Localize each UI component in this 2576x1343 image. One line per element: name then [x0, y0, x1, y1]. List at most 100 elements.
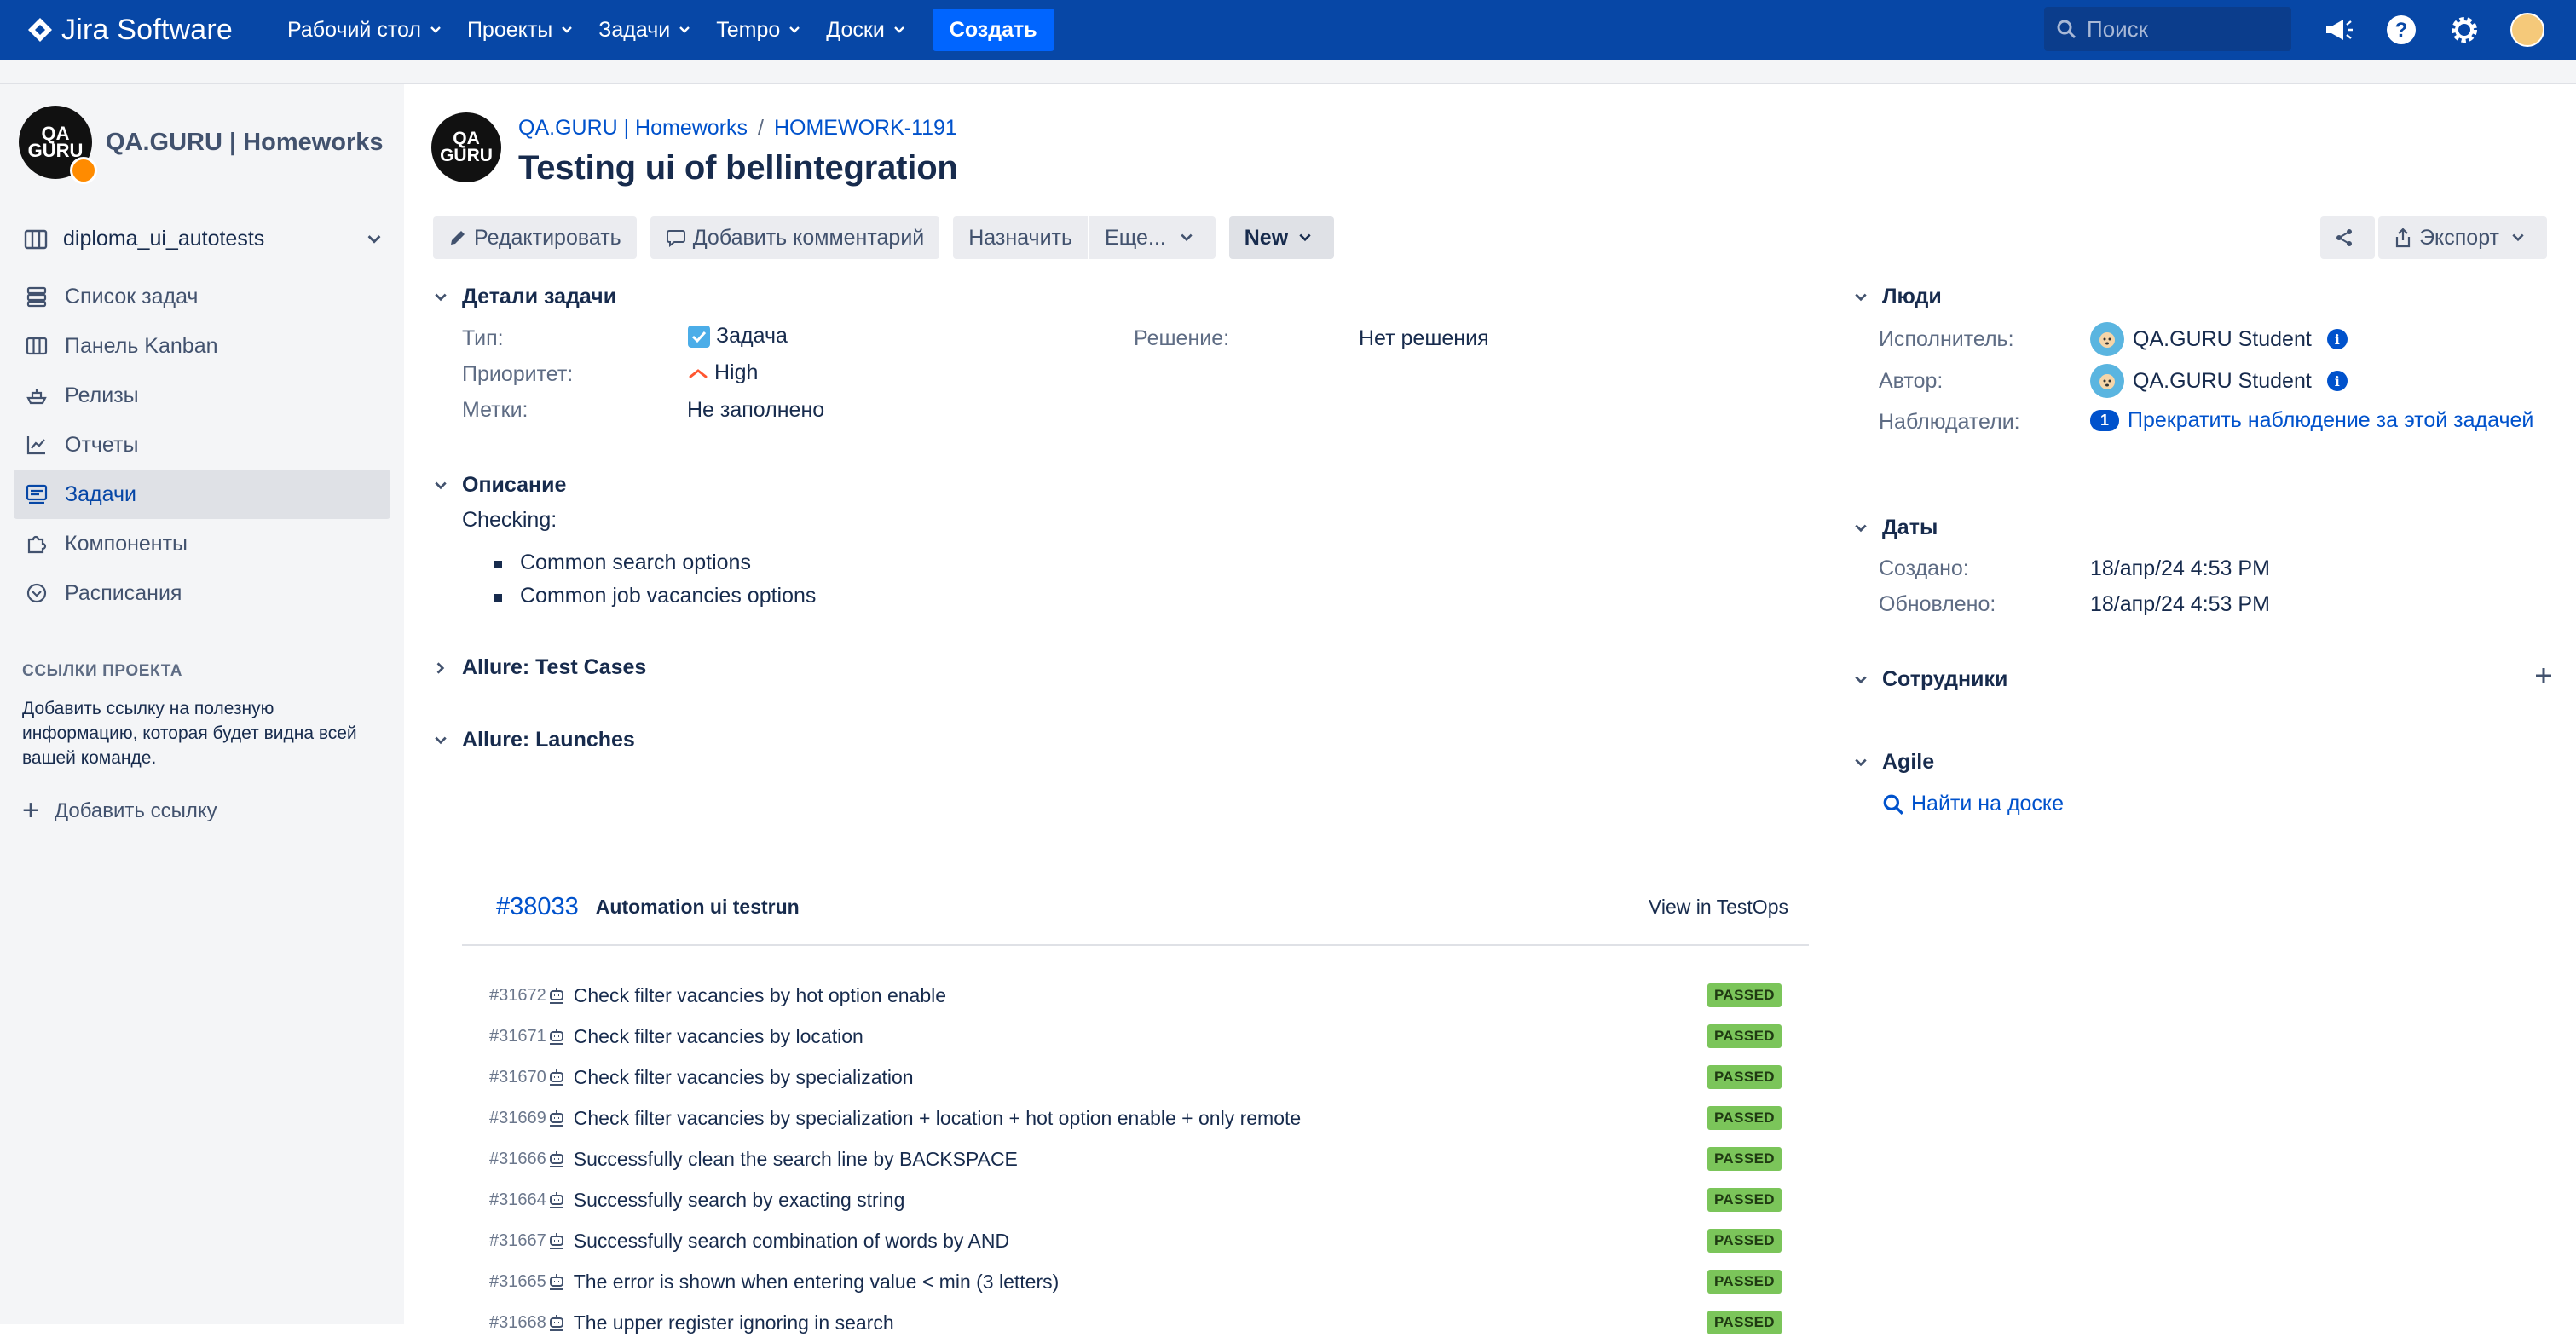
sidebar-item-kanban[interactable]: Панель Kanban: [14, 321, 390, 371]
chevron-down-icon: [1855, 676, 1867, 683]
test-id[interactable]: #31670: [489, 1068, 546, 1087]
dates-section-toggle[interactable]: Даты: [1851, 516, 1938, 540]
reporter-value[interactable]: QA.GURU Student i: [2090, 364, 2348, 398]
status-button[interactable]: New: [1228, 216, 1335, 259]
test-id[interactable]: #31665: [489, 1272, 546, 1292]
search-input[interactable]: Поиск: [2044, 7, 2291, 51]
sidebar-item-issues[interactable]: Задачи: [14, 470, 390, 519]
status-badge: PASSED: [1707, 1147, 1782, 1171]
board-selector[interactable]: diploma_ui_autotests: [24, 227, 382, 251]
create-button[interactable]: Создать: [932, 9, 1054, 51]
jira-diamond-icon: [28, 18, 52, 42]
info-icon[interactable]: i: [2326, 329, 2348, 349]
chevron-down-icon: [1855, 524, 1867, 532]
breadcrumb-project[interactable]: QA.GURU | Homeworks: [518, 116, 748, 140]
assign-button[interactable]: Назначить: [953, 216, 1089, 259]
table-row[interactable]: #31670 Check filter vacancies by special…: [489, 1057, 1782, 1098]
stop-watching-link[interactable]: Прекратить наблюдение за этой задачей: [2128, 408, 2533, 433]
more-label: Еще...: [1105, 225, 1166, 250]
labels-label: Метки:: [462, 398, 528, 422]
add-link-label: Добавить ссылку: [54, 798, 217, 822]
find-on-board-link[interactable]: Найти на доске: [1882, 792, 2064, 816]
settings-gear-icon[interactable]: [2446, 12, 2482, 48]
user-avatar[interactable]: [2510, 12, 2545, 48]
table-row[interactable]: #31672 Check filter vacancies by hot opt…: [489, 975, 1782, 1016]
issue-view: QA GURU QA.GURU | Homeworks / HOMEWORK-119…: [404, 84, 2576, 1334]
plus-icon: [2536, 668, 2551, 683]
updated-value: 18/апр/24 4:53 PM: [2090, 592, 2270, 616]
people-section-toggle[interactable]: Люди: [1851, 285, 1942, 309]
table-row[interactable]: #31667 Successfully search combination o…: [489, 1220, 1782, 1261]
add-link-button[interactable]: + Добавить ссылку: [22, 794, 404, 827]
chart-icon: [26, 436, 45, 455]
updated-label: Обновлено:: [1879, 592, 1996, 616]
avatar: [2090, 322, 2124, 356]
sidebar-item-components[interactable]: Компоненты: [14, 519, 390, 568]
nav-projects[interactable]: Проекты: [467, 18, 573, 43]
nav-issues[interactable]: Задачи: [598, 18, 690, 43]
priority-text: High: [714, 360, 759, 384]
labels-value[interactable]: Не заполнено: [687, 398, 824, 423]
search-placeholder: Поиск: [2087, 15, 2149, 42]
status-badge: PASSED: [1707, 1106, 1782, 1130]
avatar: [2090, 364, 2124, 398]
allure-test-cases-toggle[interactable]: Allure: Test Cases: [431, 655, 646, 680]
project-header[interactable]: QA GURU QA.GURU | Homeworks: [19, 106, 404, 184]
chevron-right-icon: [436, 661, 445, 674]
table-row[interactable]: #31666 Successfully clean the search lin…: [489, 1138, 1782, 1179]
info-icon[interactable]: i: [2326, 371, 2348, 391]
sidebar-item-reports[interactable]: Отчеты: [14, 420, 390, 470]
watchers-count[interactable]: 1: [2090, 410, 2120, 431]
assignee-value[interactable]: QA.GURU Student i: [2090, 322, 2348, 356]
created-label: Создано:: [1879, 556, 1969, 580]
export-button[interactable]: Экспорт: [2378, 216, 2547, 259]
divider: [462, 944, 1809, 946]
sidebar-item-backlog[interactable]: Список задач: [14, 272, 390, 321]
test-id[interactable]: #31667: [489, 1231, 546, 1251]
launch-row: #38033 Automation ui testrun View in Tes…: [496, 883, 1807, 931]
help-icon[interactable]: ?: [2383, 12, 2419, 48]
table-row[interactable]: #31671 Check filter vacancies by locatio…: [489, 1016, 1782, 1057]
details-section-toggle[interactable]: Детали задачи: [431, 285, 616, 309]
view-in-testops-link[interactable]: View in TestOps: [1649, 896, 1788, 919]
description-section-toggle[interactable]: Описание: [431, 473, 566, 498]
automated-robot-icon: [549, 1233, 563, 1249]
status-badge: PASSED: [1707, 1229, 1782, 1253]
test-id[interactable]: #31669: [489, 1109, 546, 1128]
sidebar-item-label: Задачи: [65, 481, 136, 506]
status-badge: PASSED: [1707, 1270, 1782, 1294]
launch-id-link[interactable]: #38033: [496, 893, 579, 921]
priority-value[interactable]: High: [687, 360, 758, 385]
issue-header: QA GURU QA.GURU | Homeworks / HOMEWORK-119…: [431, 112, 958, 187]
table-row[interactable]: #31664 Successfully search by exacting s…: [489, 1179, 1782, 1220]
status-badge: PASSED: [1707, 1311, 1782, 1334]
test-id[interactable]: #31664: [489, 1190, 546, 1210]
edit-button[interactable]: Редактировать: [433, 216, 637, 259]
dog-avatar-icon: [2099, 374, 2115, 389]
status-badge: PASSED: [1707, 1188, 1782, 1212]
table-row[interactable]: #31669 Check filter vacancies by special…: [489, 1098, 1782, 1138]
add-comment-button[interactable]: Добавить комментарий: [650, 216, 940, 259]
type-value[interactable]: Задача: [687, 324, 788, 349]
more-actions-button[interactable]: Еще...: [1089, 216, 1216, 259]
test-id[interactable]: #31672: [489, 986, 546, 1006]
agile-section-toggle[interactable]: Agile: [1851, 750, 1934, 775]
notifications-megaphone-icon[interactable]: [2320, 12, 2356, 48]
nav-boards[interactable]: Доски: [826, 18, 905, 43]
jira-logo[interactable]: Jira Software: [27, 14, 233, 47]
test-id[interactable]: #31671: [489, 1027, 546, 1046]
share-button[interactable]: [2320, 216, 2376, 259]
issue-title[interactable]: Testing ui of bellintegration: [518, 149, 958, 187]
test-id[interactable]: #31666: [489, 1150, 546, 1169]
sidebar-item-schedules[interactable]: Расписания: [14, 568, 390, 618]
nav-tempo[interactable]: Tempo: [716, 18, 800, 43]
breadcrumb-issue-key[interactable]: HOMEWORK-1191: [774, 116, 957, 140]
sidebar-item-releases[interactable]: Релизы: [14, 371, 390, 420]
table-row[interactable]: #31668 The upper register ignoring in se…: [489, 1302, 1782, 1343]
add-staff-button[interactable]: [2533, 666, 2554, 690]
staff-section-toggle[interactable]: Сотрудники: [1851, 667, 2007, 692]
allure-launches-toggle[interactable]: Allure: Launches: [431, 728, 635, 752]
nav-dashboard[interactable]: Рабочий стол: [287, 18, 442, 43]
table-row[interactable]: #31665 The error is shown when entering …: [489, 1261, 1782, 1302]
test-id[interactable]: #31668: [489, 1313, 546, 1333]
